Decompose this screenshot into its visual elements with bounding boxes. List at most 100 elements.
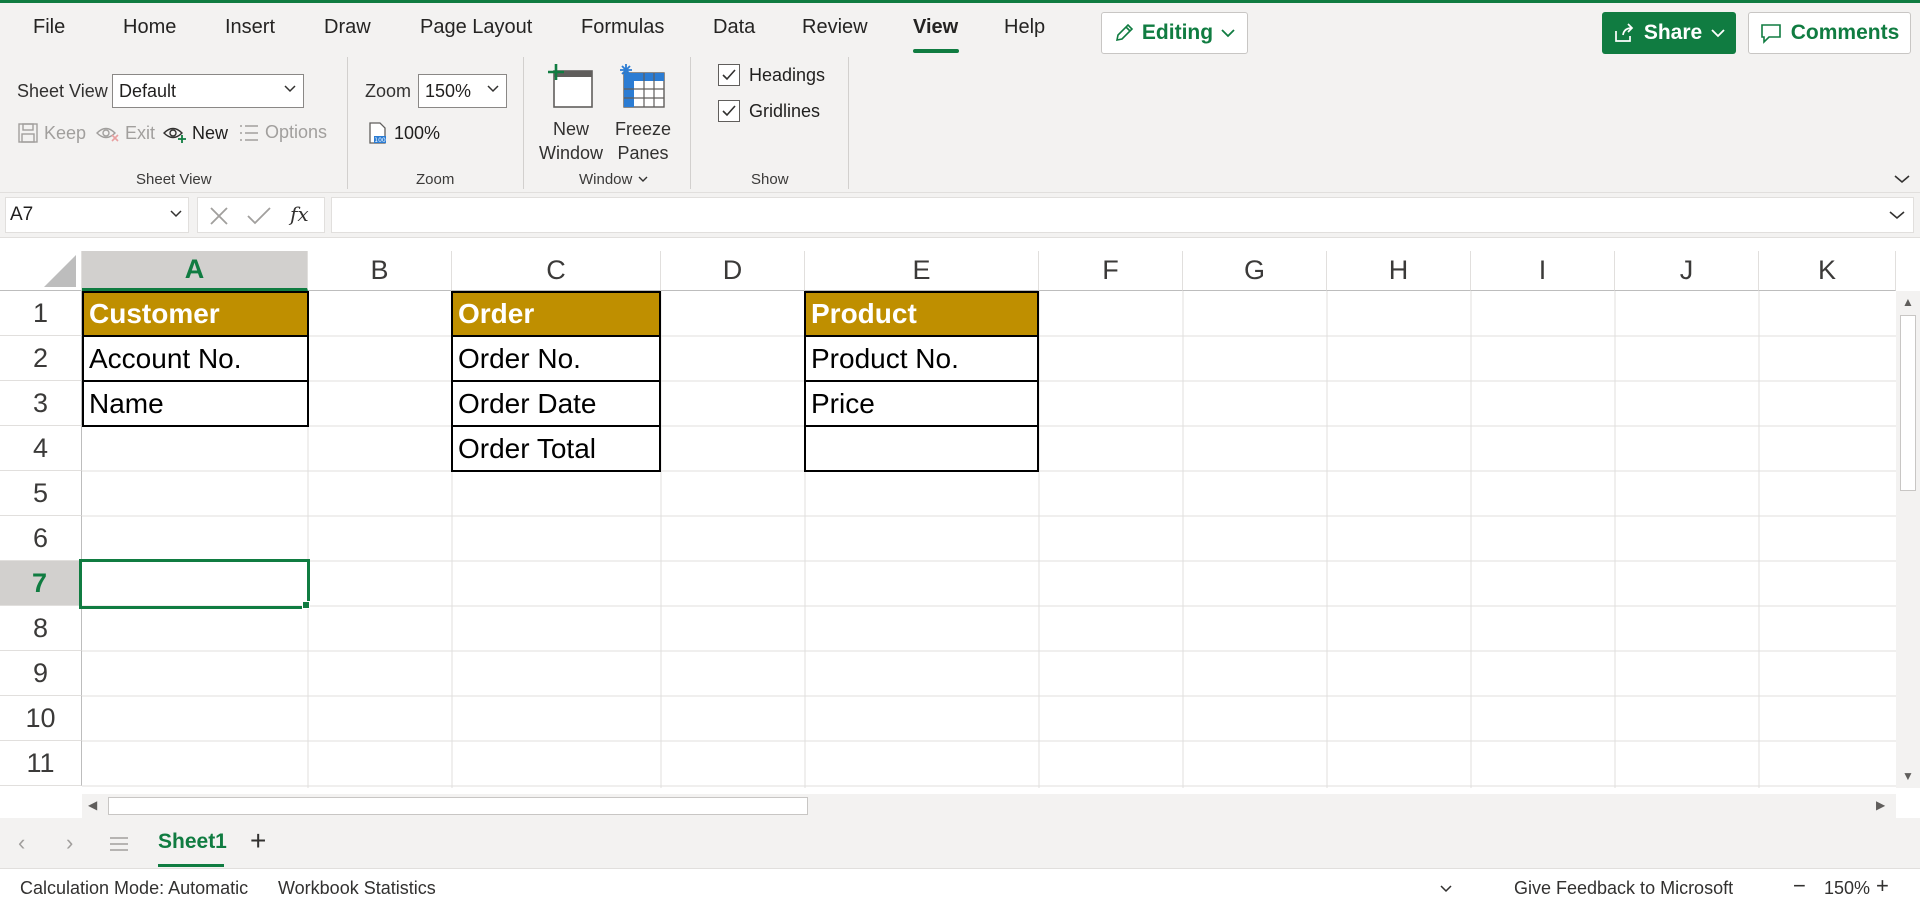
- new-sheet-view-button[interactable]: New: [163, 122, 228, 144]
- horizontal-scroll-thumb[interactable]: [108, 797, 808, 815]
- zoom-dropdown[interactable]: 150%: [418, 74, 507, 108]
- svg-text:100: 100: [374, 137, 386, 144]
- insert-function-icon[interactable]: fx: [290, 202, 309, 226]
- formula-input[interactable]: [331, 197, 1914, 233]
- column-header-e[interactable]: E: [805, 251, 1039, 291]
- cell-a1[interactable]: Customer: [82, 291, 309, 337]
- horizontal-scrollbar[interactable]: ◀ ▶: [82, 794, 1896, 818]
- menu-formulas[interactable]: Formulas: [581, 16, 664, 39]
- checkmark-icon: [722, 105, 736, 117]
- workbook-statistics[interactable]: Workbook Statistics: [278, 878, 436, 899]
- ribbon: Sheet View Default Keep Exit New Options…: [0, 57, 1920, 193]
- cell-a3[interactable]: Name: [82, 380, 309, 427]
- cell-e3[interactable]: Price: [804, 380, 1039, 427]
- prev-sheet-icon[interactable]: ‹: [18, 830, 25, 856]
- row-header-8[interactable]: 8: [0, 606, 82, 651]
- eye-add-icon: [163, 127, 186, 143]
- column-header-d[interactable]: D: [661, 251, 805, 291]
- options-button[interactable]: Options: [238, 122, 327, 143]
- keep-button[interactable]: Keep: [17, 122, 86, 144]
- menu-file[interactable]: File: [33, 16, 65, 39]
- all-sheets-icon[interactable]: [108, 835, 130, 853]
- gridlines-checkbox[interactable]: Gridlines: [718, 100, 820, 122]
- name-box-value: A7: [10, 204, 34, 225]
- name-box[interactable]: A7: [5, 197, 189, 233]
- row-header-9[interactable]: 9: [0, 651, 82, 696]
- cancel-icon[interactable]: [207, 204, 231, 228]
- column-header-k[interactable]: K: [1759, 251, 1896, 291]
- group-divider: [848, 57, 849, 189]
- menu-home[interactable]: Home: [123, 16, 176, 39]
- add-sheet-icon[interactable]: +: [250, 825, 266, 857]
- chevron-down-icon[interactable]: [1440, 885, 1452, 893]
- fill-handle[interactable]: [302, 601, 310, 609]
- headings-checkbox[interactable]: Headings: [718, 64, 825, 86]
- next-sheet-icon[interactable]: ›: [66, 830, 73, 856]
- share-button[interactable]: Share: [1602, 12, 1736, 54]
- row-header-1[interactable]: 1: [0, 291, 82, 336]
- checkbox-box: [718, 100, 740, 122]
- select-all-corner[interactable]: [0, 251, 82, 291]
- column-header-f[interactable]: F: [1039, 251, 1183, 291]
- cell-e1[interactable]: Product: [804, 291, 1039, 337]
- menu-draw[interactable]: Draw: [324, 16, 371, 39]
- cell-c2[interactable]: Order No.: [451, 335, 661, 382]
- zoom-100-button[interactable]: 100 100%: [367, 121, 440, 145]
- column-header-g[interactable]: G: [1183, 251, 1327, 291]
- column-header-a[interactable]: A: [82, 251, 308, 291]
- vertical-scrollbar[interactable]: ▲ ▼: [1896, 291, 1920, 788]
- menu-data[interactable]: Data: [713, 16, 755, 39]
- sheet-view-dropdown[interactable]: Default: [112, 74, 304, 108]
- menu-view[interactable]: View: [913, 16, 958, 39]
- row-header-7[interactable]: 7: [0, 561, 82, 606]
- cell-e2[interactable]: Product No.: [804, 335, 1039, 382]
- cell-c3[interactable]: Order Date: [451, 380, 661, 427]
- active-sheet-indicator: [158, 864, 224, 867]
- row-header-3[interactable]: 3: [0, 381, 82, 426]
- row-header-10[interactable]: 10: [0, 696, 82, 741]
- confirm-icon[interactable]: [246, 204, 272, 228]
- active-menu-indicator: [913, 49, 959, 53]
- scroll-left-icon[interactable]: ◀: [88, 798, 97, 812]
- sheet-tab-sheet1[interactable]: Sheet1: [158, 830, 227, 854]
- menu-help[interactable]: Help: [1004, 16, 1045, 39]
- comments-button[interactable]: Comments: [1748, 12, 1911, 54]
- row-header-11[interactable]: 11: [0, 741, 82, 786]
- menu-page-layout[interactable]: Page Layout: [420, 16, 532, 39]
- status-zoom-level[interactable]: 150%: [1824, 878, 1870, 899]
- zoom-in-icon[interactable]: +: [1876, 873, 1889, 899]
- menu-insert[interactable]: Insert: [225, 16, 275, 39]
- column-header-b[interactable]: B: [308, 251, 452, 291]
- column-header-c[interactable]: C: [452, 251, 661, 291]
- zoom-out-icon[interactable]: −: [1793, 873, 1806, 899]
- list-icon: [240, 124, 258, 141]
- row-header-2[interactable]: 2: [0, 336, 82, 381]
- pencil-icon: [1115, 23, 1134, 42]
- editing-mode-button[interactable]: Editing: [1101, 12, 1248, 54]
- headings-label: Headings: [749, 64, 826, 85]
- menu-review[interactable]: Review: [802, 16, 868, 39]
- cell-e4[interactable]: [804, 425, 1039, 472]
- row-header-4[interactable]: 4: [0, 426, 82, 471]
- expand-formula-icon[interactable]: [1889, 210, 1905, 220]
- scroll-down-icon[interactable]: ▼: [1902, 769, 1914, 783]
- row-header-6[interactable]: 6: [0, 516, 82, 561]
- freeze-line1: Freeze: [614, 119, 672, 139]
- column-header-j[interactable]: J: [1615, 251, 1759, 291]
- cell-a2[interactable]: Account No.: [82, 335, 309, 382]
- new-window-button[interactable]: New Window: [538, 63, 604, 165]
- vertical-scroll-thumb[interactable]: [1900, 315, 1916, 491]
- row-header-5[interactable]: 5: [0, 471, 82, 516]
- cell-c1[interactable]: Order: [451, 291, 661, 337]
- ribbon-collapse-icon[interactable]: [1894, 174, 1910, 184]
- cell-c4[interactable]: Order Total: [451, 425, 661, 472]
- exit-button[interactable]: Exit: [96, 122, 155, 144]
- column-header-i[interactable]: I: [1471, 251, 1615, 291]
- scroll-up-icon[interactable]: ▲: [1902, 295, 1914, 309]
- show-group-label: Show: [751, 171, 789, 188]
- column-header-h[interactable]: H: [1327, 251, 1471, 291]
- feedback-link[interactable]: Give Feedback to Microsoft: [1514, 878, 1733, 899]
- zoom-value: 150%: [425, 80, 472, 101]
- calculation-mode[interactable]: Calculation Mode: Automatic: [20, 878, 248, 899]
- scroll-right-icon[interactable]: ▶: [1876, 798, 1885, 812]
